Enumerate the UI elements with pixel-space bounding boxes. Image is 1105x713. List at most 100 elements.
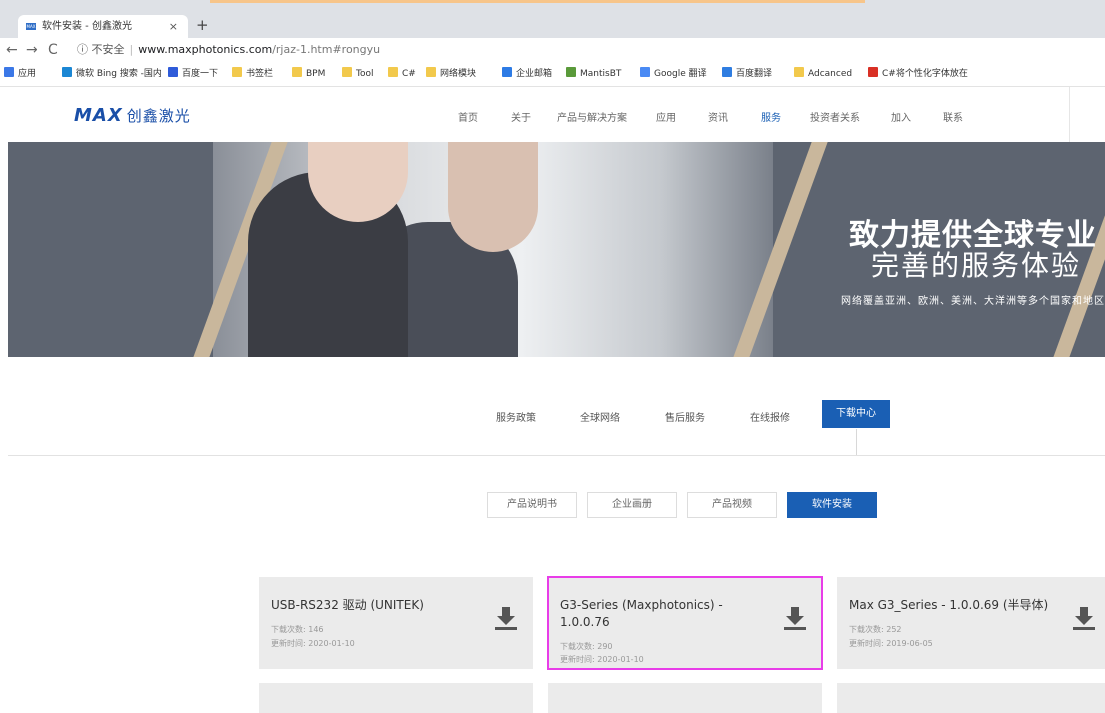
bookmark-item[interactable]: MantisBT xyxy=(566,67,621,81)
download-card-partial xyxy=(259,683,533,713)
bookmark-item[interactable]: 企业邮箱 xyxy=(502,67,552,81)
bookmark-label: C# xyxy=(402,69,416,79)
tab-close-icon[interactable]: × xyxy=(169,15,178,38)
info-icon[interactable]: ⓘ xyxy=(77,43,88,56)
bookmark-label: 应用 xyxy=(18,69,37,79)
logo-cn-text: 创鑫激光 xyxy=(126,107,191,125)
security-label: 不安全 xyxy=(91,43,125,56)
bookmark-item[interactable]: 微软 Bing 搜索 -国内 xyxy=(62,67,162,81)
bookmark-icon xyxy=(342,67,352,77)
bookmark-item[interactable]: 书签栏 xyxy=(232,67,273,81)
bookmark-item[interactable]: BPM xyxy=(292,67,325,81)
url-field[interactable]: ⓘ 不安全 | www.maxphotonics.com/rjaz-1.htm#ro… xyxy=(77,40,1097,60)
svc-divider xyxy=(8,455,1105,456)
url-host: www.maxphotonics.com xyxy=(138,43,273,56)
forward-arrow-icon[interactable]: → xyxy=(26,40,38,60)
window-top-strip xyxy=(0,0,1105,12)
bookmark-item[interactable]: Tool xyxy=(342,67,373,81)
apps-grid-icon xyxy=(4,67,14,77)
bookmark-item[interactable]: 百度翻译 xyxy=(722,67,772,81)
bookmark-label: MantisBT xyxy=(580,69,622,79)
banner-head-back xyxy=(448,142,538,252)
bookmark-item[interactable]: Adcanced xyxy=(794,67,852,81)
download-count: 下载次数: 252 xyxy=(849,625,902,634)
new-tab-button[interactable]: + xyxy=(196,15,209,35)
bookmark-icon xyxy=(722,67,732,77)
nav-home[interactable]: 首页 xyxy=(458,109,478,124)
download-icon[interactable] xyxy=(784,607,806,631)
tab-bar: MAX 软件安装 - 创鑫激光 × + xyxy=(0,12,1105,38)
bookmark-label: 网络模块 xyxy=(440,69,477,79)
tab-title: 软件安装 - 创鑫激光 xyxy=(42,21,132,32)
bookmark-icon xyxy=(232,67,242,77)
subtab-software[interactable]: 软件安装 xyxy=(787,492,877,518)
nav-about[interactable]: 关于 xyxy=(511,109,531,124)
nav-investors[interactable]: 投资者关系 xyxy=(810,109,860,124)
download-card[interactable]: Max G3_Series - 1.0.0.69 (半导体) 下载次数: 252… xyxy=(837,577,1105,669)
svc-tab-repair[interactable]: 在线报修 xyxy=(750,409,790,424)
bookmark-icon xyxy=(640,67,650,77)
bookmark-label: C#将个性化字体放在 xyxy=(882,69,968,79)
download-name[interactable]: USB-RS232 驱动 (UNITEK) xyxy=(271,597,471,614)
bookmark-icon xyxy=(292,67,302,77)
svc-tab-download-center[interactable]: 下载中心 xyxy=(822,400,890,428)
bookmark-item[interactable]: 百度一下 xyxy=(168,67,218,81)
nav-contact[interactable]: 联系 xyxy=(943,109,963,124)
download-icon[interactable] xyxy=(1073,607,1095,631)
bookmark-icon xyxy=(388,67,398,77)
nav-service[interactable]: 服务 xyxy=(761,109,781,124)
bookmark-label: 百度翻译 xyxy=(736,69,773,79)
download-card-partial xyxy=(837,683,1105,713)
bookmark-label: BPM xyxy=(306,69,326,79)
bookmark-icon xyxy=(868,67,878,77)
loading-strip xyxy=(210,0,865,3)
bookmark-label: 微软 Bing 搜索 -国内 xyxy=(76,69,162,79)
subtab-manuals[interactable]: 产品说明书 xyxy=(487,492,577,518)
bookmark-icon xyxy=(62,67,72,77)
bookmark-item[interactable]: Google 翻译 xyxy=(640,67,707,81)
reload-icon[interactable]: C xyxy=(48,40,58,60)
svc-tab-aftersales[interactable]: 售后服务 xyxy=(665,409,705,424)
bookmark-item[interactable]: 应用 xyxy=(4,67,36,81)
bookmark-label: Tool xyxy=(356,69,374,79)
bookmark-label: Adcanced xyxy=(808,69,853,79)
hero-banner: 致力提供全球专业 完善的服务体验 网络覆盖亚洲、欧洲、美洲、大洋洲等多个国家和地… xyxy=(8,142,1105,357)
download-count: 下载次数: 146 xyxy=(271,625,324,634)
svc-indicator-line xyxy=(856,429,857,455)
svc-tab-network[interactable]: 全球网络 xyxy=(580,409,620,424)
bookmark-icon xyxy=(566,67,576,77)
subtab-brochure[interactable]: 企业画册 xyxy=(587,492,677,518)
bookmark-icon xyxy=(502,67,512,77)
bookmark-item[interactable]: 网络模块 xyxy=(426,67,476,81)
download-card[interactable]: G3-Series (Maxphotonics) - 1.0.0.76 下载次数… xyxy=(547,576,823,670)
download-icon[interactable] xyxy=(495,607,517,631)
bookmark-item[interactable]: C# xyxy=(388,67,416,81)
site-header: MAX 创鑫激光 首页 关于 产品与解决方案 应用 资讯 服务 投资者关系 加入 … xyxy=(0,87,1105,142)
download-name[interactable]: G3-Series (Maxphotonics) - 1.0.0.76 xyxy=(560,597,760,631)
bookmarks-bar: 应用 微软 Bing 搜索 -国内 百度一下 书签栏 BPM Tool C# 网络模块 企业邮箱… xyxy=(0,62,1105,87)
site-logo[interactable]: MAX 创鑫激光 xyxy=(74,105,191,126)
banner-caption: 网络覆盖亚洲、欧洲、美洲、大洋洲等多个国家和地区 xyxy=(841,296,1105,307)
download-date: 更新时间: 2019-06-05 xyxy=(849,639,933,648)
download-card[interactable]: USB-RS232 驱动 (UNITEK) 下载次数: 146 更新时间: 20… xyxy=(259,577,533,669)
download-date: 更新时间: 2020-01-10 xyxy=(560,655,644,664)
logo-text: MAX xyxy=(74,105,123,126)
nav-news[interactable]: 资讯 xyxy=(708,109,728,124)
bookmark-icon xyxy=(794,67,804,77)
nav-applications[interactable]: 应用 xyxy=(656,109,676,124)
download-name[interactable]: Max G3_Series - 1.0.0.69 (半导体) xyxy=(849,597,1069,614)
svc-tab-policy[interactable]: 服务政策 xyxy=(496,409,536,424)
nav-products[interactable]: 产品与解决方案 xyxy=(557,109,627,124)
bookmark-label: 企业邮箱 xyxy=(516,69,553,79)
bookmark-icon xyxy=(168,67,178,77)
site-favicon-icon: MAX xyxy=(26,23,36,30)
bookmark-item[interactable]: C#将个性化字体放在 xyxy=(868,67,968,81)
nav-join[interactable]: 加入 xyxy=(891,109,911,124)
back-arrow-icon[interactable]: ← xyxy=(6,40,18,60)
download-count: 下载次数: 290 xyxy=(560,642,613,651)
header-divider xyxy=(1069,87,1070,142)
download-date: 更新时间: 2020-01-10 xyxy=(271,639,355,648)
browser-tab[interactable]: MAX 软件安装 - 创鑫激光 × xyxy=(18,15,188,38)
subtab-videos[interactable]: 产品视频 xyxy=(687,492,777,518)
bookmark-label: 书签栏 xyxy=(246,69,274,79)
